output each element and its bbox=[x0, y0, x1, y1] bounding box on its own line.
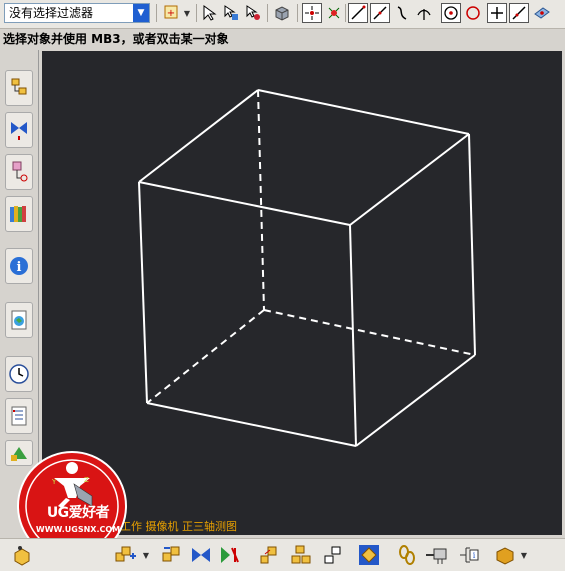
hidden-edge[interactable] bbox=[263, 309, 476, 356]
snap-point-icon[interactable] bbox=[302, 3, 322, 23]
snap-point-on-surface-icon[interactable] bbox=[532, 3, 552, 23]
snap-arc-center-icon[interactable] bbox=[324, 3, 344, 23]
view-orientation-label: 工作 摄像机 正三轴测图 bbox=[120, 520, 237, 533]
constraint-navigator-icon[interactable] bbox=[5, 112, 33, 148]
status-prompt: 选择对象并使用 MB3，或者双击某一对象 bbox=[0, 29, 565, 49]
reuse-library-icon[interactable] bbox=[5, 196, 33, 232]
chevron-down-icon[interactable]: ▼ bbox=[140, 544, 152, 566]
type-filter-icon[interactable]: + bbox=[162, 3, 182, 23]
model-edge[interactable] bbox=[355, 354, 476, 447]
snap-endpoint-icon[interactable] bbox=[348, 3, 368, 23]
sequence-icon[interactable] bbox=[290, 544, 312, 566]
snap-midpoint-icon[interactable] bbox=[370, 3, 390, 23]
svg-text:Y: Y bbox=[51, 478, 57, 486]
snap-point-on-curve-icon[interactable] bbox=[509, 3, 529, 23]
chevron-down-icon[interactable]: ▼ bbox=[181, 3, 193, 23]
toolbar-separator bbox=[196, 4, 197, 22]
model-edge[interactable] bbox=[257, 89, 470, 135]
select-feature-icon[interactable] bbox=[221, 3, 241, 23]
chevron-down-icon[interactable]: ▼ bbox=[133, 4, 149, 22]
wave-icon[interactable] bbox=[322, 544, 344, 566]
info-icon[interactable]: i bbox=[5, 248, 33, 284]
snap-arc-center-circle-icon[interactable] bbox=[441, 3, 461, 23]
toolbar-separator bbox=[267, 4, 268, 22]
hidden-edge[interactable] bbox=[146, 309, 265, 404]
system-materials-icon[interactable] bbox=[5, 398, 33, 434]
arrangement-icon[interactable] bbox=[396, 544, 418, 566]
hidden-edge[interactable] bbox=[257, 89, 265, 311]
type-filter-value: 没有选择过滤器 bbox=[9, 6, 94, 20]
product-interface-icon[interactable] bbox=[424, 544, 450, 566]
interference-icon[interactable] bbox=[358, 544, 380, 566]
selection-toolbar: 没有选择过滤器 ▼ + ▼ bbox=[0, 0, 565, 29]
toolbar-separator bbox=[156, 4, 157, 22]
select-body-icon[interactable] bbox=[243, 3, 263, 23]
model-edge[interactable] bbox=[349, 224, 357, 447]
model-edge[interactable] bbox=[349, 133, 470, 226]
model-edge[interactable] bbox=[468, 133, 476, 356]
move-component-icon[interactable] bbox=[218, 544, 240, 566]
cube-icon[interactable] bbox=[272, 3, 292, 23]
chevron-down-icon[interactable]: ▼ bbox=[518, 544, 530, 566]
svg-text:i: i bbox=[17, 260, 22, 275]
model-edge[interactable] bbox=[138, 181, 351, 226]
snap-quadrant-icon[interactable] bbox=[463, 3, 483, 23]
svg-text:i: i bbox=[473, 551, 476, 560]
mirror-assembly-icon[interactable] bbox=[160, 544, 182, 566]
model-edge[interactable] bbox=[146, 402, 357, 447]
assemblies-toolbar: ▼ i ▼ bbox=[0, 538, 565, 571]
web-browser-icon[interactable] bbox=[5, 302, 33, 338]
component-display-icon[interactable] bbox=[494, 544, 516, 566]
svg-text:+: + bbox=[167, 8, 175, 19]
explode-icon[interactable] bbox=[258, 544, 280, 566]
assembly-navigator-icon[interactable] bbox=[5, 70, 33, 106]
part-navigator-icon[interactable] bbox=[5, 154, 33, 190]
history-icon[interactable] bbox=[5, 356, 33, 392]
constraints-icon[interactable] bbox=[190, 544, 212, 566]
toolbar-separator bbox=[345, 4, 346, 22]
watermark-brand: UG爱好者 bbox=[46, 505, 110, 521]
select-cursor-icon[interactable] bbox=[199, 3, 219, 23]
view-options-icon[interactable]: i bbox=[458, 544, 480, 566]
watermark-url: WWW.UGSNX.COM bbox=[35, 525, 121, 534]
model-edge[interactable] bbox=[138, 89, 259, 183]
assembly-icon[interactable] bbox=[12, 544, 34, 566]
model-edge[interactable] bbox=[138, 181, 148, 404]
type-filter-dropdown[interactable]: 没有选择过滤器 ▼ bbox=[4, 3, 150, 23]
svg-text:Z: Z bbox=[84, 476, 89, 484]
snap-existing-point-icon[interactable] bbox=[487, 3, 507, 23]
add-component-icon[interactable] bbox=[114, 544, 136, 566]
snap-intersection-icon[interactable] bbox=[414, 3, 434, 23]
toolbar-separator bbox=[297, 4, 298, 22]
snap-control-point-icon[interactable] bbox=[392, 3, 412, 23]
